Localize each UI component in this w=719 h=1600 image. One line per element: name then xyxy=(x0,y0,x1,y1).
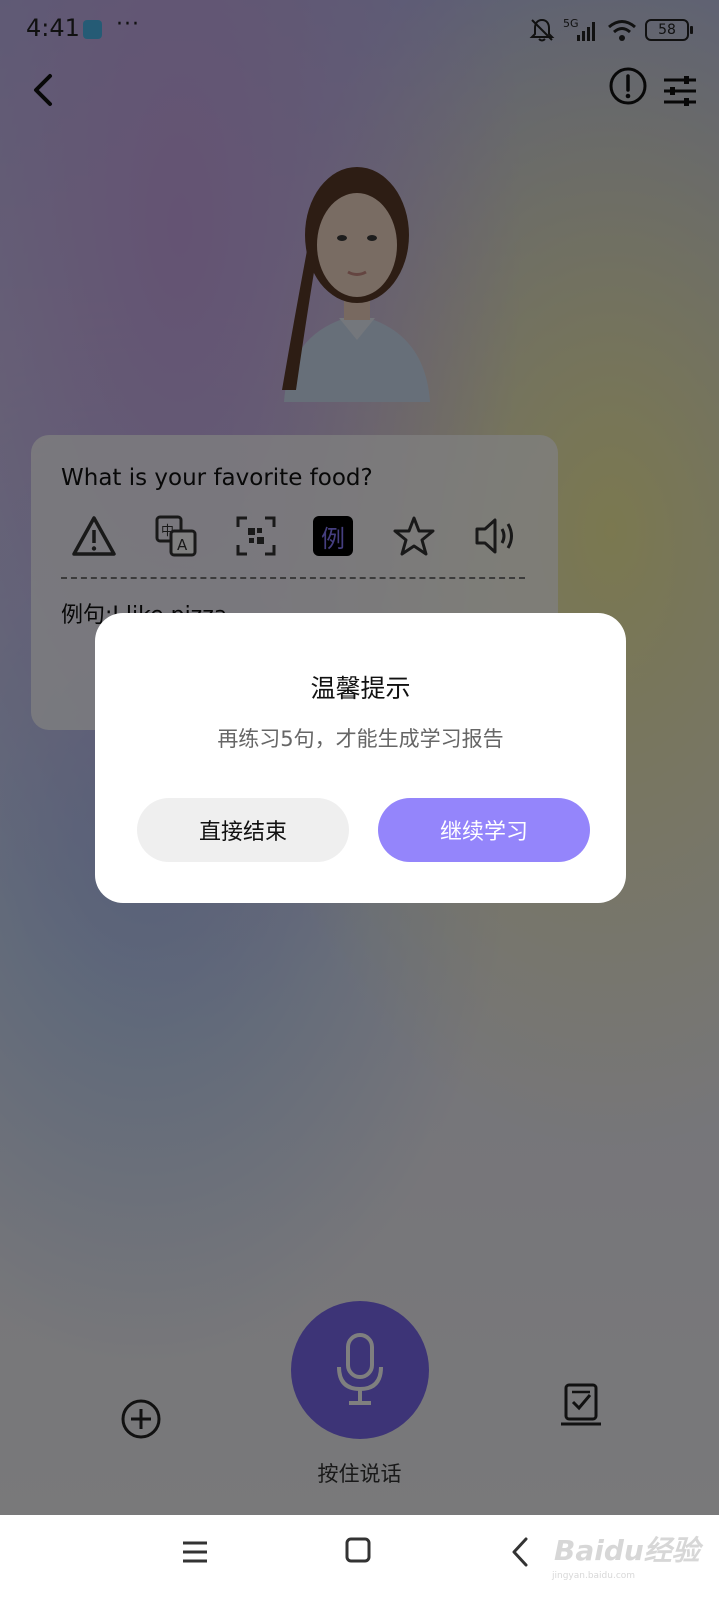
recent-apps-button[interactable] xyxy=(180,1537,210,1567)
end-directly-button[interactable]: 直接结束 xyxy=(137,798,349,862)
tip-dialog: 温馨提示 再练习5句，才能生成学习报告 直接结束 继续学习 xyxy=(95,613,626,903)
home-button[interactable] xyxy=(343,1535,373,1565)
system-navigation-bar: Baidu经验 jingyan.baidu.com xyxy=(0,1515,719,1600)
menu-icon xyxy=(183,1541,207,1563)
chevron-left-icon xyxy=(512,1537,528,1567)
watermark-url: jingyan.baidu.com xyxy=(552,1571,636,1581)
nav-back-button[interactable] xyxy=(508,1535,532,1569)
square-icon xyxy=(345,1537,371,1563)
baidu-watermark: Baidu经验 jingyan.baidu.com xyxy=(548,1527,700,1583)
dialog-title: 温馨提示 xyxy=(310,674,411,703)
watermark-logo-text: Baidu经验 xyxy=(554,1534,700,1567)
app-screen: 4:41 ··· 5G 58 xyxy=(0,0,719,1515)
continue-learning-button[interactable]: 继续学习 xyxy=(378,798,590,862)
dialog-message: 再练习5句，才能生成学习报告 xyxy=(217,727,504,751)
